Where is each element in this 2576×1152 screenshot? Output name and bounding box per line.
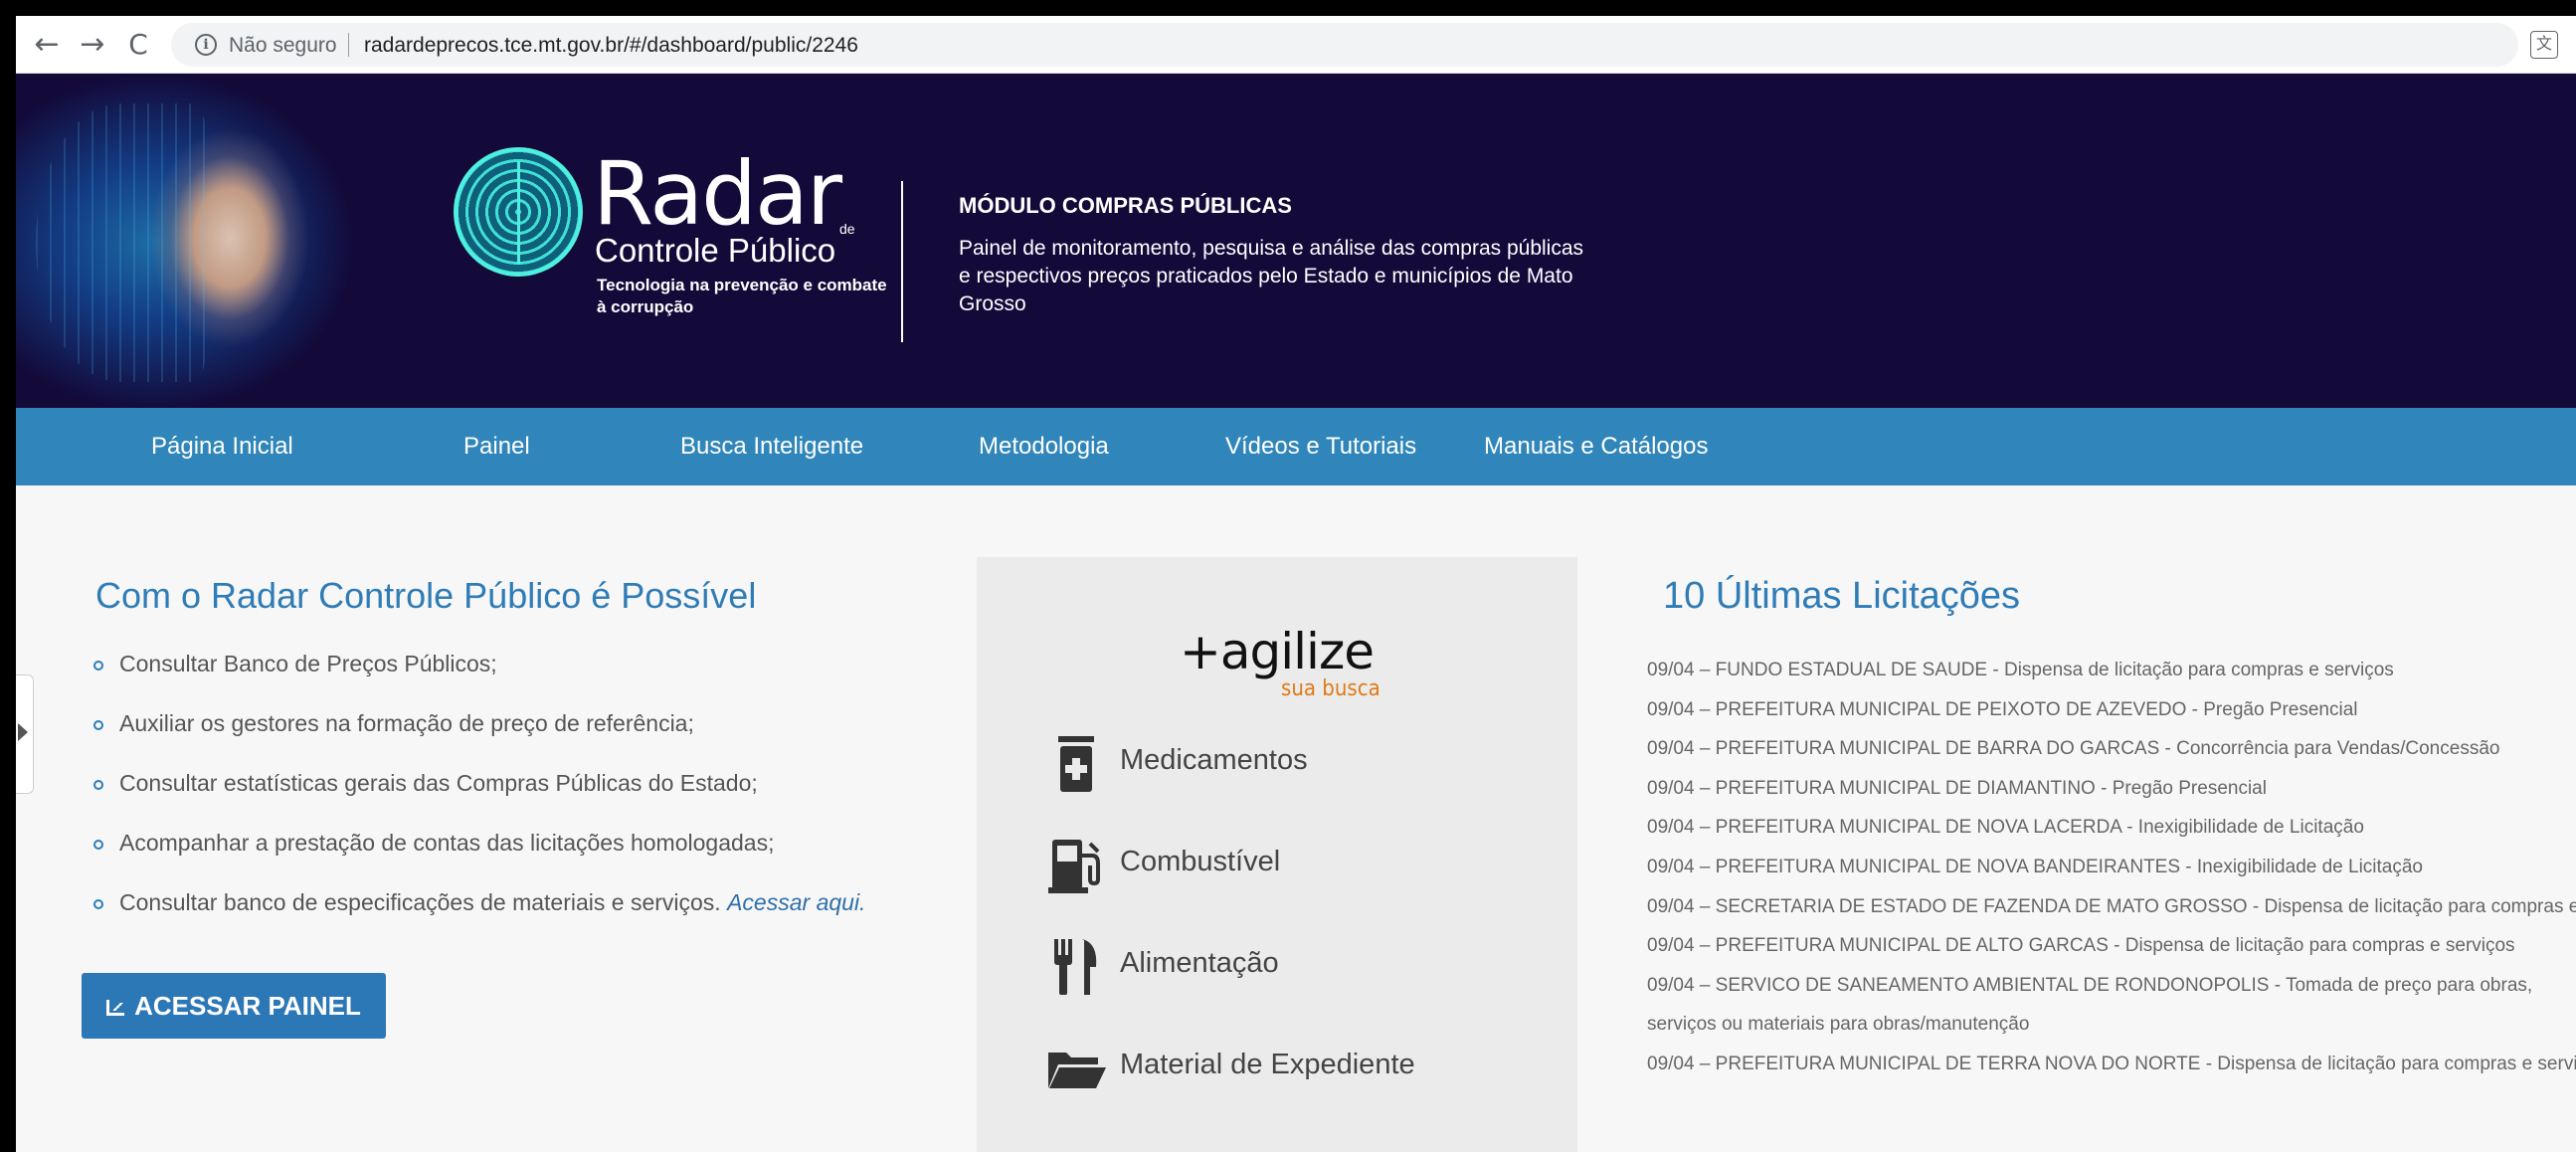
address-separator (348, 33, 349, 57)
agilize-logo: +agilize (1180, 623, 1375, 680)
site-header: Radar de Controle Público Tecnologia na … (16, 74, 2576, 408)
category-label: Medicamentos (1120, 744, 1308, 776)
nav-item-pagina-inicial[interactable]: Página Inicial (151, 408, 293, 485)
url-text[interactable]: radardeprecos.tce.mt.gov.br/#/dashboard/… (364, 34, 858, 58)
nav-item-manuais-catalogos[interactable]: Manuais e Catálogos (1484, 408, 1708, 485)
nav-item-metodologia[interactable]: Metodologia (979, 408, 1109, 485)
category-material-expediente[interactable]: Material de Expediente (1046, 1033, 1564, 1102)
header-divider (901, 181, 903, 342)
brand-de: de (839, 221, 855, 237)
nav-item-videos-tutoriais[interactable]: Vídeos e Tutoriais (1225, 408, 1416, 485)
acessar-painel-button[interactable]: ACESSAR PAINEL (82, 973, 386, 1039)
licitacao-link[interactable]: 09/04 – PREFEITURA MUNICIPAL DE PEIXOTO … (1647, 690, 2576, 730)
licitacao-link[interactable]: 09/04 – PREFEITURA MUNICIPAL DE NOVA BAN… (1647, 848, 2576, 887)
list-item: Consultar Banco de Preços Públicos; (86, 649, 865, 708)
address-bar[interactable]: i Não seguro radardeprecos.tce.mt.gov.br… (171, 23, 2518, 67)
button-label: ACESSAR PAINEL (134, 991, 361, 1021)
category-label: Material de Expediente (1120, 1049, 1415, 1080)
feature-text: Consultar Banco de Preços Públicos; (119, 651, 497, 676)
category-medicamentos[interactable]: Medicamentos (1046, 728, 1564, 798)
back-arrow-icon[interactable]: ← (30, 28, 64, 62)
info-icon[interactable]: i (195, 34, 217, 56)
agilize-card: +agilize sua busca Medicamentos Combustí… (977, 557, 1577, 1152)
list-item: Consultar estatísticas gerais das Compra… (86, 768, 865, 828)
list-item: Acompanhar a prestação de contas das lic… (86, 828, 865, 887)
feature-text: Acompanhar a prestação de contas das lic… (119, 830, 775, 856)
feature-text: Consultar banco de especificações de mat… (119, 889, 721, 915)
not-secure-label: Não seguro (229, 34, 337, 57)
category-alimentacao[interactable]: Alimentação (1046, 931, 1564, 1001)
feature-text: Consultar estatísticas gerais das Compra… (119, 770, 758, 796)
module-title: MÓDULO COMPRAS PÚBLICAS (959, 193, 1292, 218)
brand-subtitle: Controle Público (595, 232, 836, 269)
translate-icon[interactable]: 文 (2530, 31, 2558, 59)
radar-logo-icon (454, 147, 583, 277)
licitacoes-list: 09/04 – FUNDO ESTADUAL DE SAUDE - Dispen… (1647, 651, 2576, 1084)
agilize-sub: sua busca (1281, 676, 1380, 701)
licitacoes-title: 10 Últimas Licitações (1663, 575, 2021, 617)
forward-arrow-icon[interactable]: → (76, 28, 109, 62)
browser-window: ← → C i Não seguro radardeprecos.tce.mt.… (16, 16, 2576, 1152)
category-label: Alimentação (1120, 947, 1279, 979)
licitacao-link[interactable]: 09/04 – FUNDO ESTADUAL DE SAUDE - Dispen… (1647, 651, 2576, 690)
medicine-icon (1058, 736, 1094, 792)
area-chart-icon (106, 1000, 125, 1016)
licitacao-link[interactable]: 09/04 – SECRETARIA DE ESTADO DE FAZENDA … (1647, 887, 2576, 927)
category-label: Combustível (1120, 846, 1281, 877)
list-item: Consultar banco de especificações de mat… (86, 887, 865, 947)
licitacao-link[interactable]: 09/04 – PREFEITURA MUNICIPAL DE TERRA NO… (1647, 1045, 2576, 1084)
hero-face-image (16, 74, 414, 408)
category-combustivel[interactable]: Combustível (1046, 830, 1564, 899)
caret-right-icon (18, 723, 28, 741)
brand-name: Radar (593, 142, 842, 245)
side-panel-toggle[interactable] (16, 674, 34, 794)
features-title: Com o Radar Controle Público é Possível (95, 575, 757, 616)
licitacao-link[interactable]: 09/04 – PREFEITURA MUNICIPAL DE ALTO GAR… (1647, 926, 2576, 966)
fuel-pump-icon (1048, 840, 1100, 893)
acessar-aqui-link[interactable]: Acessar aqui. (727, 889, 865, 915)
folder-open-icon (1048, 1053, 1106, 1088)
main-nav: Página Inicial Painel Busca Inteligente … (16, 408, 2576, 485)
reload-icon[interactable]: C (121, 28, 155, 62)
features-list: Consultar Banco de Preços Públicos; Auxi… (86, 649, 865, 947)
licitacao-link[interactable]: 09/04 – PREFEITURA MUNICIPAL DE NOVA LAC… (1647, 808, 2576, 848)
list-item: Auxiliar os gestores na formação de preç… (86, 708, 865, 768)
brand-tagline: Tecnologia na prevenção e combate à corr… (597, 276, 887, 316)
module-description: Painel de monitoramento, pesquisa e anál… (959, 237, 1584, 315)
licitacao-link[interactable]: 09/04 – SERVICO DE SANEAMENTO AMBIENTAL … (1647, 966, 2576, 1045)
nav-item-busca-inteligente[interactable]: Busca Inteligente (680, 408, 863, 485)
cutlery-icon (1054, 939, 1097, 995)
nav-item-painel[interactable]: Painel (463, 408, 530, 485)
feature-text: Auxiliar os gestores na formação de preç… (119, 710, 694, 736)
licitacao-link[interactable]: 09/04 – PREFEITURA MUNICIPAL DE DIAMANTI… (1647, 769, 2576, 809)
browser-toolbar: ← → C i Não seguro radardeprecos.tce.mt.… (16, 16, 2576, 74)
licitacao-link[interactable]: 09/04 – PREFEITURA MUNICIPAL DE BARRA DO… (1647, 729, 2576, 769)
